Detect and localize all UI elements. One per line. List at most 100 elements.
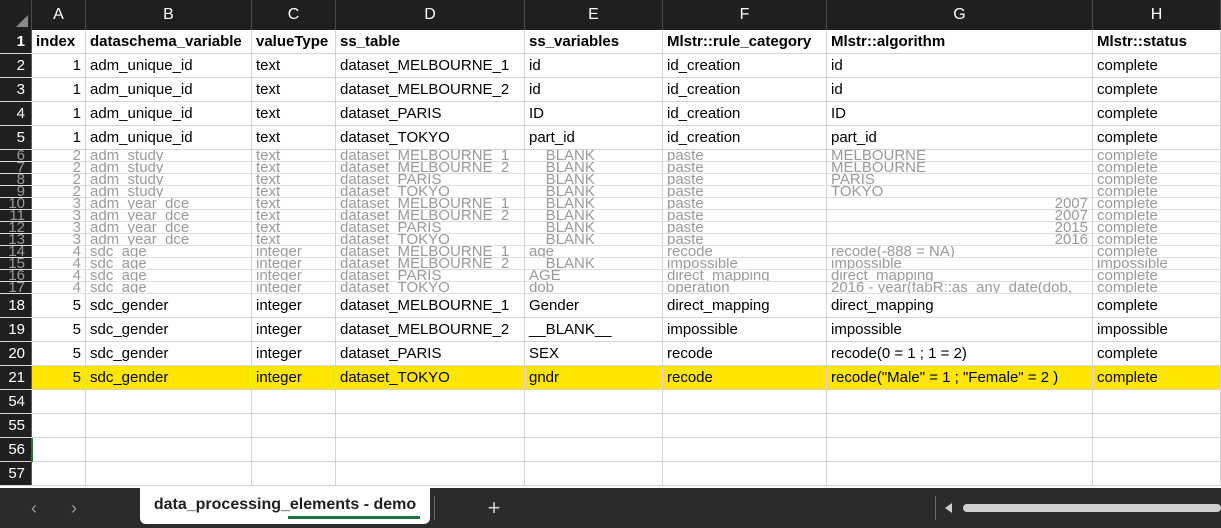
table-cell[interactable]	[827, 438, 1093, 461]
table-cell[interactable]: recode	[663, 246, 827, 257]
table-cell[interactable]: integer	[252, 270, 336, 281]
row-number[interactable]: 19	[0, 318, 32, 341]
table-cell[interactable]: dataset_PARIS	[336, 342, 525, 365]
table-cell[interactable]: sdc_gender	[86, 342, 252, 365]
table-cell[interactable]: adm_unique_id	[86, 78, 252, 101]
table-row[interactable]: 11 3 adm_year_dce text dataset_MELBOURNE_2 __…	[0, 210, 1221, 222]
table-cell[interactable]: complete	[1093, 126, 1221, 149]
table-cell[interactable]: recode(-888 = NA)	[827, 246, 1093, 257]
table-row[interactable]: 18 5 sdc_gender integer dataset_MELBOURNE_1 G…	[0, 294, 1221, 318]
table-cell[interactable]	[252, 414, 336, 437]
table-cell[interactable]	[336, 438, 525, 461]
table-cell[interactable]: paste	[663, 162, 827, 173]
table-cell[interactable]: 2	[32, 162, 86, 173]
table-cell[interactable]: ID	[525, 102, 663, 125]
add-sheet-button[interactable]: +	[478, 488, 510, 528]
table-cell[interactable]: dataset_TOKYO	[336, 126, 525, 149]
table-cell[interactable]: adm_unique_id	[86, 126, 252, 149]
table-cell[interactable]: paste	[663, 210, 827, 221]
table-cell[interactable]	[252, 438, 336, 461]
table-row[interactable]: 17 4 sdc_age integer dataset_TOKYO dob operati…	[0, 282, 1221, 294]
table-cell[interactable]: adm_year_dce	[86, 234, 252, 245]
table-cell[interactable]: complete	[1093, 198, 1221, 209]
table-cell[interactable]: 2	[32, 174, 86, 185]
table-cell[interactable]: dataset_MELBOURNE_1	[336, 294, 525, 317]
table-cell[interactable]: adm_unique_id	[86, 102, 252, 125]
table-cell[interactable]: id	[525, 78, 663, 101]
table-cell[interactable]: __BLANK__	[525, 318, 663, 341]
table-cell[interactable]: __BLANK__	[525, 150, 663, 161]
table-cell[interactable]: __BLANK__	[525, 222, 663, 233]
table-cell[interactable]: text	[252, 186, 336, 197]
table-cell[interactable]	[336, 414, 525, 437]
table-row[interactable]: 21 5 sdc_gender integer dataset_TOKYO gndr rec…	[0, 366, 1221, 390]
table-row[interactable]: 2 1 adm_unique_id text dataset_MELBOURNE_1 id…	[0, 54, 1221, 78]
table-cell[interactable]	[663, 390, 827, 413]
row-number[interactable]: 21	[0, 366, 32, 389]
column-header-c[interactable]: C	[252, 0, 336, 30]
table-cell[interactable]: 3	[32, 198, 86, 209]
table-cell[interactable]: sdc_age	[86, 270, 252, 281]
table-cell[interactable]	[827, 462, 1093, 485]
row-number[interactable]: 9	[0, 186, 32, 197]
table-cell[interactable]	[525, 438, 663, 461]
row-number[interactable]: 12	[0, 222, 32, 233]
row-number[interactable]: 14	[0, 246, 32, 257]
table-cell[interactable]: recode(0 = 1 ; 1 = 2)	[827, 342, 1093, 365]
row-number[interactable]: 11	[0, 210, 32, 221]
table-cell[interactable]: paste	[663, 150, 827, 161]
scrollbar-thumb[interactable]	[963, 504, 1221, 512]
table-row[interactable]: 55	[0, 414, 1221, 438]
row-number[interactable]: 10	[0, 198, 32, 209]
table-cell[interactable]: id	[827, 54, 1093, 77]
table-cell[interactable]: dataset_TOKYO	[336, 234, 525, 245]
table-cell[interactable]: integer	[252, 282, 336, 293]
table-cell[interactable]: complete	[1093, 294, 1221, 317]
table-cell[interactable]: text	[252, 102, 336, 125]
table-cell[interactable]	[827, 414, 1093, 437]
table-cell[interactable]: 2007	[827, 198, 1093, 209]
table-row[interactable]: 6 2 adm_study text dataset_MELBOURNE_1 __BLAN…	[0, 150, 1221, 162]
sheet-tab-active[interactable]: data_processing_elements - demo	[140, 488, 430, 524]
table-cell[interactable]: 3	[32, 222, 86, 233]
table-cell[interactable]: text	[252, 210, 336, 221]
table-cell[interactable]: dataset_MELBOURNE_1	[336, 246, 525, 257]
table-cell[interactable]: complete	[1093, 366, 1221, 389]
table-cell[interactable]: sdc_gender	[86, 318, 252, 341]
table-cell[interactable]: 2	[32, 186, 86, 197]
row-number[interactable]: 20	[0, 342, 32, 365]
table-cell[interactable]: id	[525, 54, 663, 77]
table-cell[interactable]: sdc_age	[86, 246, 252, 257]
table-cell[interactable]: 1	[32, 126, 86, 149]
table-row[interactable]: 8 2 adm_study text dataset_PARIS __BLANK__ pas…	[0, 174, 1221, 186]
table-cell[interactable]: dataset_MELBOURNE_1	[336, 198, 525, 209]
table-cell[interactable]	[86, 462, 252, 485]
table-cell[interactable]: dataset_PARIS	[336, 174, 525, 185]
table-cell[interactable]: TOKYO	[827, 186, 1093, 197]
table-cell[interactable]: PARIS	[827, 174, 1093, 185]
table-cell[interactable]: dataset_MELBOURNE_1	[336, 150, 525, 161]
table-cell[interactable]: impossible	[663, 258, 827, 269]
table-cell[interactable]: dataset_MELBOURNE_1	[336, 54, 525, 77]
row-number[interactable]: 57	[0, 462, 32, 485]
table-row[interactable]: 4 1 adm_unique_id text dataset_PARIS ID id_cre…	[0, 102, 1221, 126]
table-cell[interactable]: dob	[525, 282, 663, 293]
table-cell[interactable]: adm_study	[86, 150, 252, 161]
table-cell[interactable]: dataset_PARIS	[336, 270, 525, 281]
table-row[interactable]: 54	[0, 390, 1221, 414]
column-header-h[interactable]: H	[1093, 0, 1221, 30]
table-row[interactable]: 3 1 adm_unique_id text dataset_MELBOURNE_2 id…	[0, 78, 1221, 102]
table-cell[interactable]	[86, 438, 252, 461]
table-cell[interactable]: __BLANK__	[525, 210, 663, 221]
table-row[interactable]: 12 3 adm_year_dce text dataset_PARIS __BLANK_…	[0, 222, 1221, 234]
column-header-d[interactable]: D	[336, 0, 525, 30]
table-cell[interactable]: 3	[32, 210, 86, 221]
table-cell[interactable]: dataset_TOKYO	[336, 366, 525, 389]
table-cell[interactable]: 2	[32, 150, 86, 161]
table-cell[interactable]: 1	[32, 102, 86, 125]
horizontal-scrollbar[interactable]	[945, 503, 1221, 513]
table-cell[interactable]: text	[252, 126, 336, 149]
table-row[interactable]: 57	[0, 462, 1221, 486]
table-row[interactable]: 16 4 sdc_age integer dataset_PARIS AGE direct_…	[0, 270, 1221, 282]
table-cell[interactable]: integer	[252, 294, 336, 317]
